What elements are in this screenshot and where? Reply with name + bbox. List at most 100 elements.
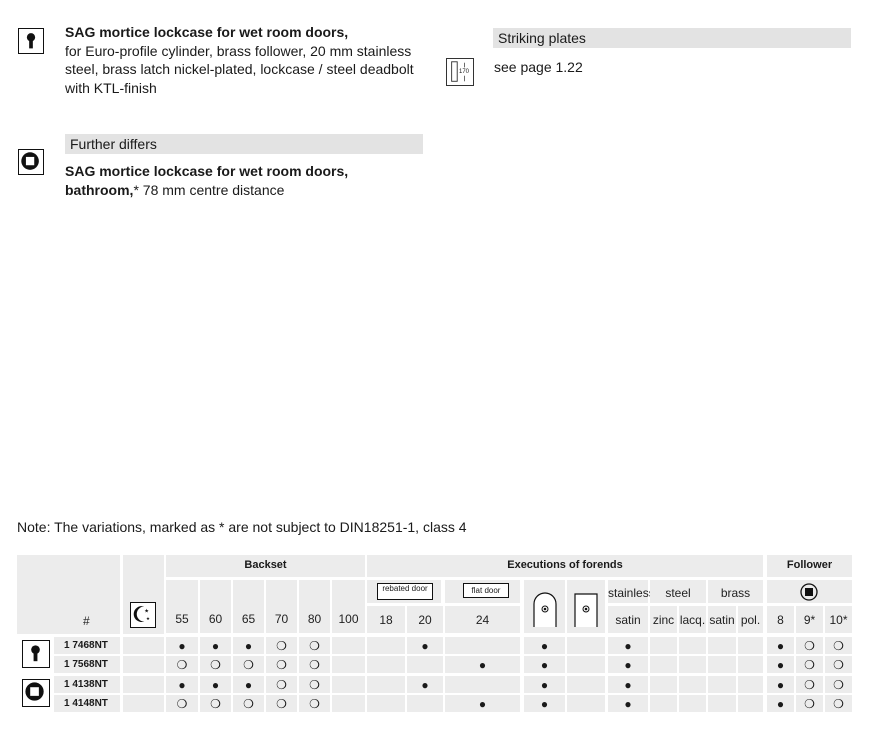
bathroom-square-icon	[18, 149, 44, 175]
flat-cell	[445, 676, 520, 693]
article-number: 1 7568NT	[64, 659, 108, 670]
round-forend-header	[524, 580, 565, 633]
svg-text:★: ★	[144, 609, 149, 615]
finish-cell	[708, 695, 736, 712]
follower-cell-value: ❍	[833, 657, 844, 672]
article-number: 1 7468NT	[64, 640, 108, 651]
symbol-cell	[123, 676, 164, 693]
product-2-description: SAG mortice lockcase for wet room doors,…	[65, 162, 445, 199]
follower-cell-value: ❍	[833, 677, 844, 692]
product-1-title: SAG mortice lockcase for wet room doors,	[65, 24, 349, 40]
finish-cell	[679, 676, 706, 693]
product-1-line: with KTL-finish	[65, 79, 157, 96]
square-forend-cell	[567, 656, 605, 673]
flat-cell: ●	[445, 656, 520, 673]
backset-cell-value: ❍	[243, 696, 254, 711]
rebated-col-18: 18	[367, 606, 405, 633]
backset-cell	[332, 656, 365, 673]
symbol-cell	[123, 637, 164, 654]
square-forend-icon	[574, 593, 598, 627]
follower-cell: ❍	[796, 637, 823, 654]
finish-col: satin	[608, 606, 648, 633]
rebated-cell	[367, 695, 405, 712]
backset-cell-value: ●	[211, 677, 220, 692]
square-follower-icon	[800, 583, 818, 601]
note-text: Note: The variations, marked as * are no…	[17, 519, 467, 535]
material-brass-header: brass	[708, 580, 763, 603]
round-forend-icon	[533, 592, 557, 627]
follower-cell: ❍	[825, 637, 852, 654]
backset-col-label: 55	[175, 612, 189, 626]
round-forend-cell: ●	[524, 695, 565, 712]
follower-cell-value: ❍	[804, 696, 815, 711]
backset-cell: ●	[233, 637, 264, 654]
backset-cell-value: ❍	[276, 638, 287, 653]
article-number-cell: 1 7468NT	[54, 637, 120, 654]
material-label: steel	[665, 586, 691, 600]
finish-col: pol.	[738, 606, 763, 633]
follower-cell-value: ●	[776, 677, 785, 692]
follower-cell-value: ❍	[804, 677, 815, 692]
article-number-cell: 1 7568NT	[54, 656, 120, 673]
follower-cell: ●	[767, 695, 794, 712]
euro-cylinder-icon	[18, 28, 44, 54]
finish-cell	[738, 656, 763, 673]
backset-cell-value: ❍	[243, 657, 254, 672]
backset-cell-value: ❍	[210, 657, 221, 672]
finish-col: lacq.	[679, 606, 706, 633]
round-forend-cell: ●	[524, 676, 565, 693]
backset-col-55: 55	[166, 580, 198, 633]
backset-cell: ❍	[266, 695, 297, 712]
backset-cell: ❍	[233, 656, 264, 673]
rebated-cell-value: ●	[421, 638, 429, 653]
follower-col-label: 8	[777, 613, 784, 627]
material-stainless-header: stainless	[608, 580, 655, 603]
finish-cell	[708, 676, 736, 693]
backset-cell: ❍	[266, 637, 297, 654]
svg-text:★: ★	[146, 616, 150, 621]
finish-cell	[679, 637, 706, 654]
finish-cell	[708, 637, 736, 654]
follower-cell: ❍	[796, 695, 823, 712]
follower-cell: ❍	[825, 695, 852, 712]
rebated-cell	[407, 656, 443, 673]
backset-cell-value: ❍	[309, 638, 320, 653]
follower-cell-value: ❍	[804, 657, 815, 672]
follower-cell: ●	[767, 637, 794, 654]
finish-cell-value: ●	[624, 638, 632, 653]
backset-cell: ●	[200, 637, 231, 654]
backset-cell: ❍	[166, 695, 198, 712]
follower-group-header: Follower	[767, 555, 852, 577]
finish-cell	[650, 695, 677, 712]
rebated-col-20: 20	[407, 606, 443, 633]
flat-door-header: flat door	[445, 580, 520, 603]
follower-cell: ●	[767, 676, 794, 693]
square-forend-cell	[567, 695, 605, 712]
rebated-cell: ●	[407, 637, 443, 654]
backset-col-65: 65	[233, 580, 264, 633]
backset-cell: ❍	[233, 695, 264, 712]
round-forend-cell-value: ●	[540, 677, 549, 692]
finish-col-label: lacq.	[679, 613, 706, 627]
backset-cell-value: ●	[178, 677, 186, 692]
backset-cell: ❍	[200, 656, 231, 673]
backset-col-80: 80	[299, 580, 330, 633]
rebated-door-label: rebated door	[382, 584, 428, 593]
rebated-cell	[407, 695, 443, 712]
follower-cell: ●	[767, 656, 794, 673]
square-forend-header	[567, 580, 605, 633]
finish-col: satin	[708, 606, 736, 633]
backset-col-label: 70	[274, 612, 289, 626]
material-label: stainless	[608, 586, 655, 600]
backset-cell-value: ❍	[276, 657, 287, 672]
flat-door-label: flat door	[471, 586, 501, 595]
follower-icon-header	[767, 580, 852, 603]
flat-cell-value: ●	[478, 657, 487, 672]
backset-cell: ❍	[299, 676, 330, 693]
backset-cell: ●	[200, 676, 231, 693]
follower-cell: ❍	[825, 676, 852, 693]
square-forend-cell	[567, 637, 605, 654]
rebated-col-label: 20	[418, 613, 432, 627]
euro-cylinder-icon	[22, 640, 50, 668]
backset-cell: ❍	[166, 656, 198, 673]
